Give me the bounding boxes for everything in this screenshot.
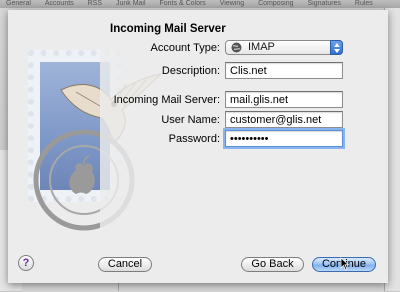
account-type-value: IMAP	[248, 41, 275, 53]
toolbar-item: Signatures	[307, 0, 341, 7]
user-name-label: User Name:	[161, 114, 220, 126]
toolbar-item: Viewing	[219, 0, 245, 7]
go-back-button[interactable]: Go Back	[241, 257, 304, 272]
password-field[interactable]: ••••••••••	[225, 130, 343, 147]
description-field[interactable]: Clis.net	[225, 62, 343, 79]
toolbar-item: Composing	[258, 0, 294, 7]
toolbar-item: General	[6, 0, 31, 7]
account-type-popup[interactable]: IMAP	[225, 40, 343, 55]
toolbar-item: Accounts	[44, 0, 74, 7]
password-label: Password:	[168, 133, 220, 145]
incoming-server-field[interactable]: mail.glis.net	[225, 91, 343, 108]
user-name-field[interactable]: customer@glis.net	[225, 111, 343, 128]
incoming-server-label: Incoming Mail Server:	[113, 94, 220, 106]
toolbar-item: Rules	[354, 0, 373, 7]
help-button[interactable]: ?	[18, 255, 34, 271]
cancel-button[interactable]: Cancel	[98, 257, 152, 272]
account-setup-sheet: Incoming Mail Server Account Type: IMAP …	[8, 10, 388, 283]
toolbar-item: Junk Mail	[115, 0, 146, 7]
toolbar-item: RSS	[87, 0, 103, 7]
toolbar-item: Fonts & Colors	[159, 0, 206, 7]
globe-icon	[231, 42, 242, 53]
description-label: Description:	[161, 65, 220, 77]
popup-arrows-icon	[330, 40, 343, 55]
account-type-label: Account Type:	[150, 42, 220, 54]
section-title: Incoming Mail Server	[110, 23, 226, 35]
background-toolbar: General Accounts RSS Junk Mail Fonts & C…	[0, 0, 400, 8]
mouse-cursor-icon	[340, 257, 350, 271]
